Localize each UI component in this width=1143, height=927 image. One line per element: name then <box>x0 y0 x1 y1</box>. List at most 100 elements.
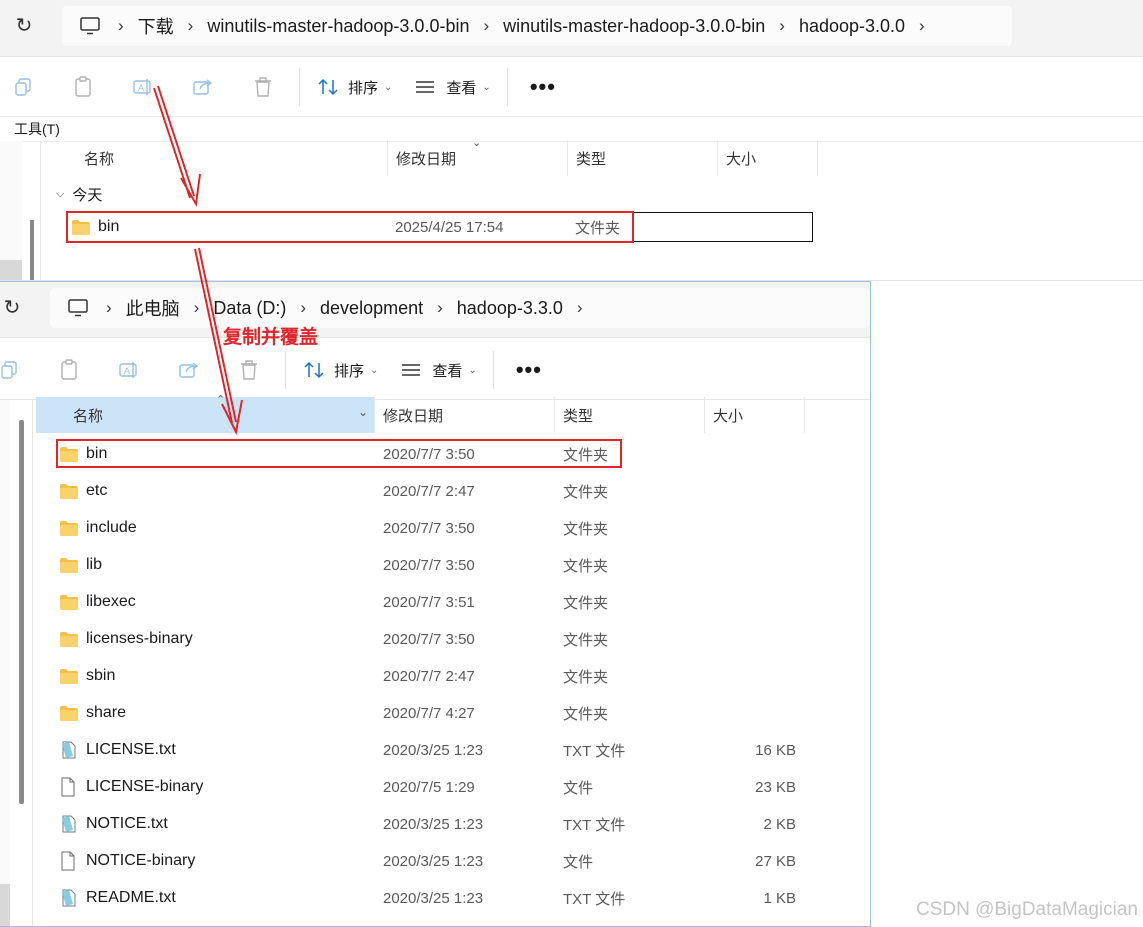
file-row[interactable]: LICENSE.txt 2020/3/25 1:23 TXT 文件 16 KB <box>60 734 820 766</box>
file-type: 文件夹 <box>563 631 609 649</box>
copy-icon[interactable] <box>0 357 22 383</box>
highlight-box <box>66 211 634 243</box>
toolbar-divider <box>492 351 494 389</box>
address-bar: ↻ › 下载 › winutils-master-hadoop-3.0.0-bi… <box>0 0 1143 57</box>
file-row[interactable]: etc 2020/7/7 2:47 文件夹 <box>60 475 820 507</box>
file-row[interactable]: licenses-binary 2020/7/7 3:50 文件夹 <box>60 623 820 655</box>
file-name: share <box>86 704 127 721</box>
file-date: 2020/7/7 3:50 <box>383 630 475 648</box>
column-type[interactable]: 类型 <box>568 140 718 176</box>
refresh-icon[interactable]: ↻ <box>0 296 24 320</box>
file-size: 1 KB <box>763 889 796 907</box>
computer-icon[interactable] <box>64 295 92 321</box>
rename-icon[interactable]: A <box>116 357 142 383</box>
breadcrumb-item[interactable]: hadoop-3.3.0 <box>457 298 563 319</box>
file-size: 2 KB <box>763 815 796 833</box>
share-icon[interactable] <box>176 357 202 383</box>
sort-icon <box>318 78 338 96</box>
chevron-down-icon: ⌄ <box>370 364 379 376</box>
scrollbar-thumb[interactable] <box>30 220 34 280</box>
more-options-button[interactable]: ••• <box>516 357 542 383</box>
breadcrumb[interactable]: › 此电脑 › Data (D:) › development › hadoop… <box>50 288 870 328</box>
more-options-button[interactable]: ••• <box>530 74 556 100</box>
breadcrumb-item[interactable]: winutils-master-hadoop-3.0.0-bin <box>503 16 765 37</box>
toolbar-divider <box>285 351 286 389</box>
file-row[interactable]: lib 2020/7/7 3:50 文件夹 <box>60 549 820 581</box>
explorer-window-source: ↻ › 下载 › winutils-master-hadoop-3.0.0-bi… <box>0 0 1143 281</box>
view-icon <box>416 81 435 93</box>
file-row[interactable]: libexec 2020/7/7 3:51 文件夹 <box>60 586 820 618</box>
sort-button[interactable]: 排序 ⌄ <box>304 360 378 381</box>
file-name: etc <box>86 482 108 499</box>
chevron-right-icon: › <box>193 298 200 317</box>
file-name: libexec <box>86 593 136 610</box>
file-type: 文件夹 <box>563 483 609 501</box>
column-name[interactable]: 名称 <box>76 140 388 176</box>
file-size: 23 KB <box>755 778 796 796</box>
file-row[interactable]: sbin 2020/7/7 2:47 文件夹 <box>60 660 820 692</box>
file-date: 2020/3/25 1:23 <box>383 815 484 833</box>
sort-indicator-icon: ⌄ <box>472 137 482 149</box>
folder-icon <box>60 556 80 574</box>
chevron-right-icon: › <box>483 16 490 35</box>
breadcrumb-item[interactable]: 此电脑 <box>126 295 180 321</box>
file-type: 文件夹 <box>563 668 609 686</box>
paste-icon[interactable] <box>56 357 82 383</box>
file-row[interactable]: NOTICE.txt 2020/3/25 1:23 TXT 文件 2 KB <box>60 808 820 840</box>
sort-icon <box>304 361 324 379</box>
file-date: 2020/7/7 4:27 <box>383 704 475 722</box>
file-date: 2020/7/7 3:50 <box>383 556 475 574</box>
computer-icon[interactable] <box>76 13 104 39</box>
delete-icon[interactable] <box>250 74 276 100</box>
copy-icon[interactable] <box>10 74 36 100</box>
column-name[interactable]: 名称 ⌃ ⌄ <box>36 394 375 433</box>
refresh-icon[interactable]: ↻ <box>12 14 36 38</box>
file-row[interactable]: LICENSE-binary 2020/7/5 1:29 文件 23 KB <box>60 771 820 803</box>
column-date[interactable]: 修改日期 <box>375 397 555 433</box>
chevron-right-icon[interactable]: › <box>577 298 583 318</box>
folder-icon <box>60 482 80 500</box>
breadcrumb-item[interactable]: development <box>320 298 423 319</box>
sort-button[interactable]: 排序 ⌄ <box>318 77 392 98</box>
column-type[interactable]: 类型 <box>555 397 705 433</box>
column-header: 名称 修改日期 类型 大小 <box>76 140 818 176</box>
chevron-down-icon[interactable]: ⌄ <box>358 405 368 419</box>
paste-icon[interactable] <box>70 74 96 100</box>
sort-label: 排序 <box>334 362 365 380</box>
nav-pane-item[interactable] <box>0 260 22 280</box>
column-size[interactable]: 大小 <box>705 397 805 433</box>
file-type: 文件夹 <box>563 594 609 612</box>
scrollbar-thumb[interactable] <box>19 420 24 804</box>
rename-icon[interactable]: A <box>130 74 156 100</box>
group-header[interactable]: ⌵ 今天 <box>56 184 102 205</box>
file-date: 2020/7/7 2:47 <box>383 482 475 500</box>
file-row[interactable]: README.txt 2020/3/25 1:23 TXT 文件 1 KB <box>60 882 820 914</box>
breadcrumb-item[interactable]: 下载 <box>138 13 174 39</box>
file-name: lib <box>86 556 103 573</box>
tools-menu[interactable]: 工具(T) <box>14 121 60 137</box>
file-date: 2020/3/25 1:23 <box>383 852 484 870</box>
file-row[interactable]: NOTICE-binary 2020/3/25 1:23 文件 27 KB <box>60 845 820 877</box>
file-row[interactable]: include 2020/7/7 3:50 文件夹 <box>60 512 820 544</box>
column-header: 名称 ⌃ ⌄ 修改日期 类型 大小 <box>36 394 805 433</box>
file-row[interactable]: share 2020/7/7 4:27 文件夹 <box>60 697 820 729</box>
folder-icon <box>60 667 80 685</box>
share-icon[interactable] <box>190 74 216 100</box>
view-button[interactable]: 查看 ⌄ <box>400 360 477 381</box>
column-size[interactable]: 大小 <box>718 140 818 176</box>
sort-label: 排序 <box>348 79 379 97</box>
nav-pane-item[interactable] <box>0 884 10 926</box>
breadcrumb-item[interactable]: winutils-master-hadoop-3.0.0-bin <box>207 16 469 37</box>
breadcrumb-item[interactable]: Data (D:) <box>213 298 286 319</box>
breadcrumb-item[interactable]: hadoop-3.0.0 <box>799 16 905 37</box>
folder-icon <box>60 519 80 537</box>
chevron-right-icon: › <box>106 298 112 317</box>
chevron-down-icon: ⌄ <box>468 364 477 376</box>
breadcrumb[interactable]: › 下载 › winutils-master-hadoop-3.0.0-bin … <box>62 6 1012 46</box>
file-name: NOTICE-binary <box>86 852 196 869</box>
file-date: 2020/7/7 3:51 <box>383 593 475 611</box>
view-button[interactable]: 查看 ⌄ <box>414 77 491 98</box>
explorer-window-target: ↻ › 此电脑 › Data (D:) › development › hado… <box>0 281 871 927</box>
delete-icon[interactable] <box>236 357 262 383</box>
chevron-right-icon[interactable]: › <box>919 16 925 36</box>
